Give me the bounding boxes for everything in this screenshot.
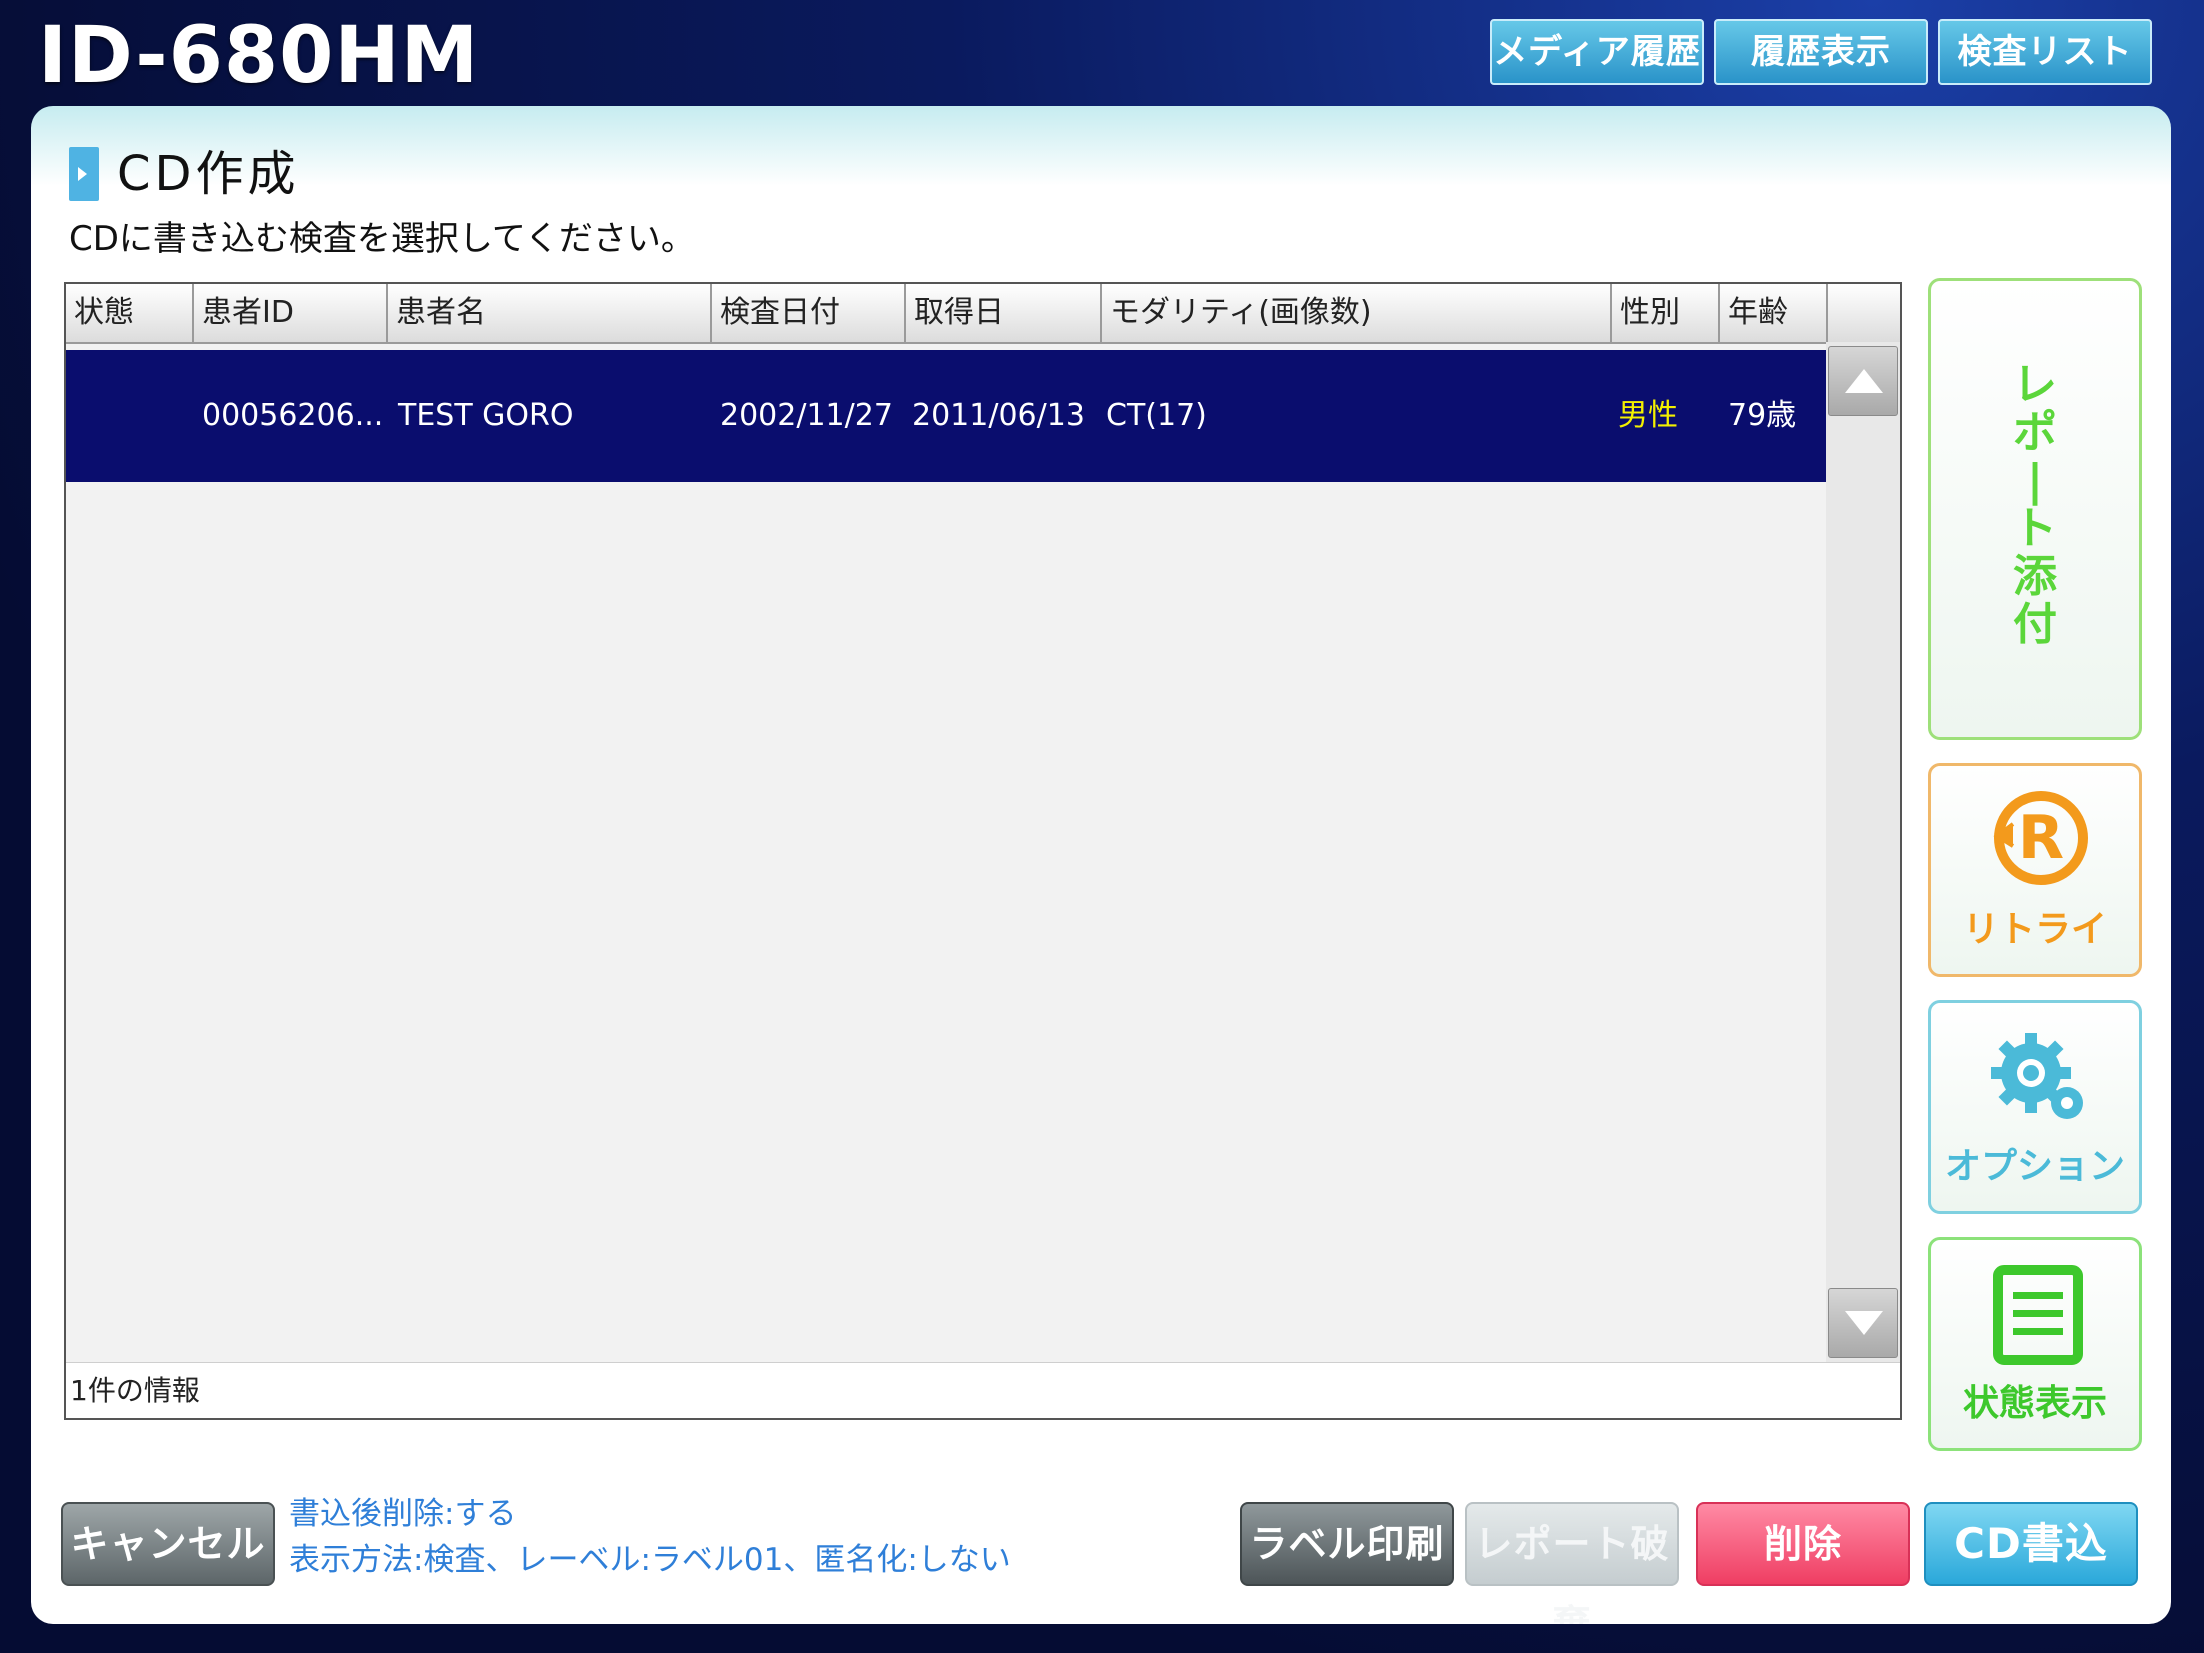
cell-modality: CT(17) <box>1106 398 1207 433</box>
history-view-button[interactable]: 履歴表示 <box>1714 19 1928 85</box>
column-exam-date[interactable]: 検査日付 <box>712 284 906 342</box>
column-age[interactable]: 年齢 <box>1720 284 1828 342</box>
column-status[interactable]: 状態 <box>66 284 194 342</box>
arrow-up-icon[interactable] <box>1828 346 1898 416</box>
cancel-button[interactable]: キャンセル <box>61 1502 275 1586</box>
page-title: CD作成 <box>117 146 300 202</box>
retry-label: リトライ <box>1962 909 2107 950</box>
cell-exam-date: 2002/11/27 <box>720 398 893 433</box>
list-scrollbar[interactable] <box>1826 342 1900 1362</box>
status-view-label: 状態表示 <box>1962 1383 2107 1424</box>
column-modality[interactable]: モダリティ(画像数) <box>1102 284 1612 342</box>
option-label: オプション <box>1944 1146 2125 1187</box>
cell-patient-name: TEST GORO <box>398 398 574 433</box>
list-footer: 1件の情報 <box>66 1362 1900 1418</box>
retry-r-icon: R <box>1993 791 2088 885</box>
cd-write-button[interactable]: CD書込 <box>1924 1502 2138 1586</box>
option-button[interactable]: オプション <box>1928 1000 2142 1214</box>
cell-sex: 男性 <box>1618 398 1678 433</box>
gear-icon <box>1991 1033 2083 1119</box>
settings-line-delete: 書込後削除:する <box>289 1496 517 1532</box>
retry-button[interactable]: R リトライ <box>1928 763 2142 977</box>
list-icon <box>1993 1265 2083 1365</box>
column-acquired-date[interactable]: 取得日 <box>906 284 1102 342</box>
cell-acquired-date: 2011/06/13 <box>912 398 1085 433</box>
report-attach-label: レポ | ト添付 <box>2013 359 2057 650</box>
app-title: ID-680HM <box>38 11 480 101</box>
exam-list-button[interactable]: 検査リスト <box>1938 19 2152 85</box>
report-attach-button[interactable]: レポ | ト添付 <box>1928 278 2142 740</box>
main-panel: CD作成 CDに書き込む検査を選択してください。 状態 患者ID 患者名 検査日… <box>31 106 2171 1624</box>
column-patient-name[interactable]: 患者名 <box>388 284 712 342</box>
list-header: 状態 患者ID 患者名 検査日付 取得日 モダリティ(画像数) 性別 年齢 <box>66 284 1900 344</box>
cell-patient-id: 00056206... <box>202 398 384 433</box>
report-discard-button[interactable]: レポート破棄 <box>1465 1502 1679 1624</box>
settings-line-display: 表示方法:検査、レーベル:ラベル01、匿名化:しない <box>289 1542 1011 1578</box>
exam-list: 状態 患者ID 患者名 検査日付 取得日 モダリティ(画像数) 性別 年齢 00… <box>64 282 1902 1420</box>
section-marker-icon <box>69 147 99 201</box>
table-row[interactable]: 00056206... TEST GORO 2002/11/27 2011/06… <box>66 350 1826 482</box>
delete-button[interactable]: 削除 <box>1696 1502 1910 1586</box>
instruction-text: CDに書き込む検査を選択してください。 <box>69 219 695 259</box>
label-print-button[interactable]: ラベル印刷 <box>1240 1502 1454 1586</box>
status-view-button[interactable]: 状態表示 <box>1928 1237 2142 1451</box>
cell-age: 79歳 <box>1728 398 1797 433</box>
arrow-down-icon[interactable] <box>1828 1288 1898 1358</box>
column-patient-id[interactable]: 患者ID <box>194 284 388 342</box>
column-sex[interactable]: 性別 <box>1612 284 1720 342</box>
svg-text:R: R <box>2018 803 2064 873</box>
media-history-button[interactable]: メディア履歴 <box>1490 19 1704 85</box>
